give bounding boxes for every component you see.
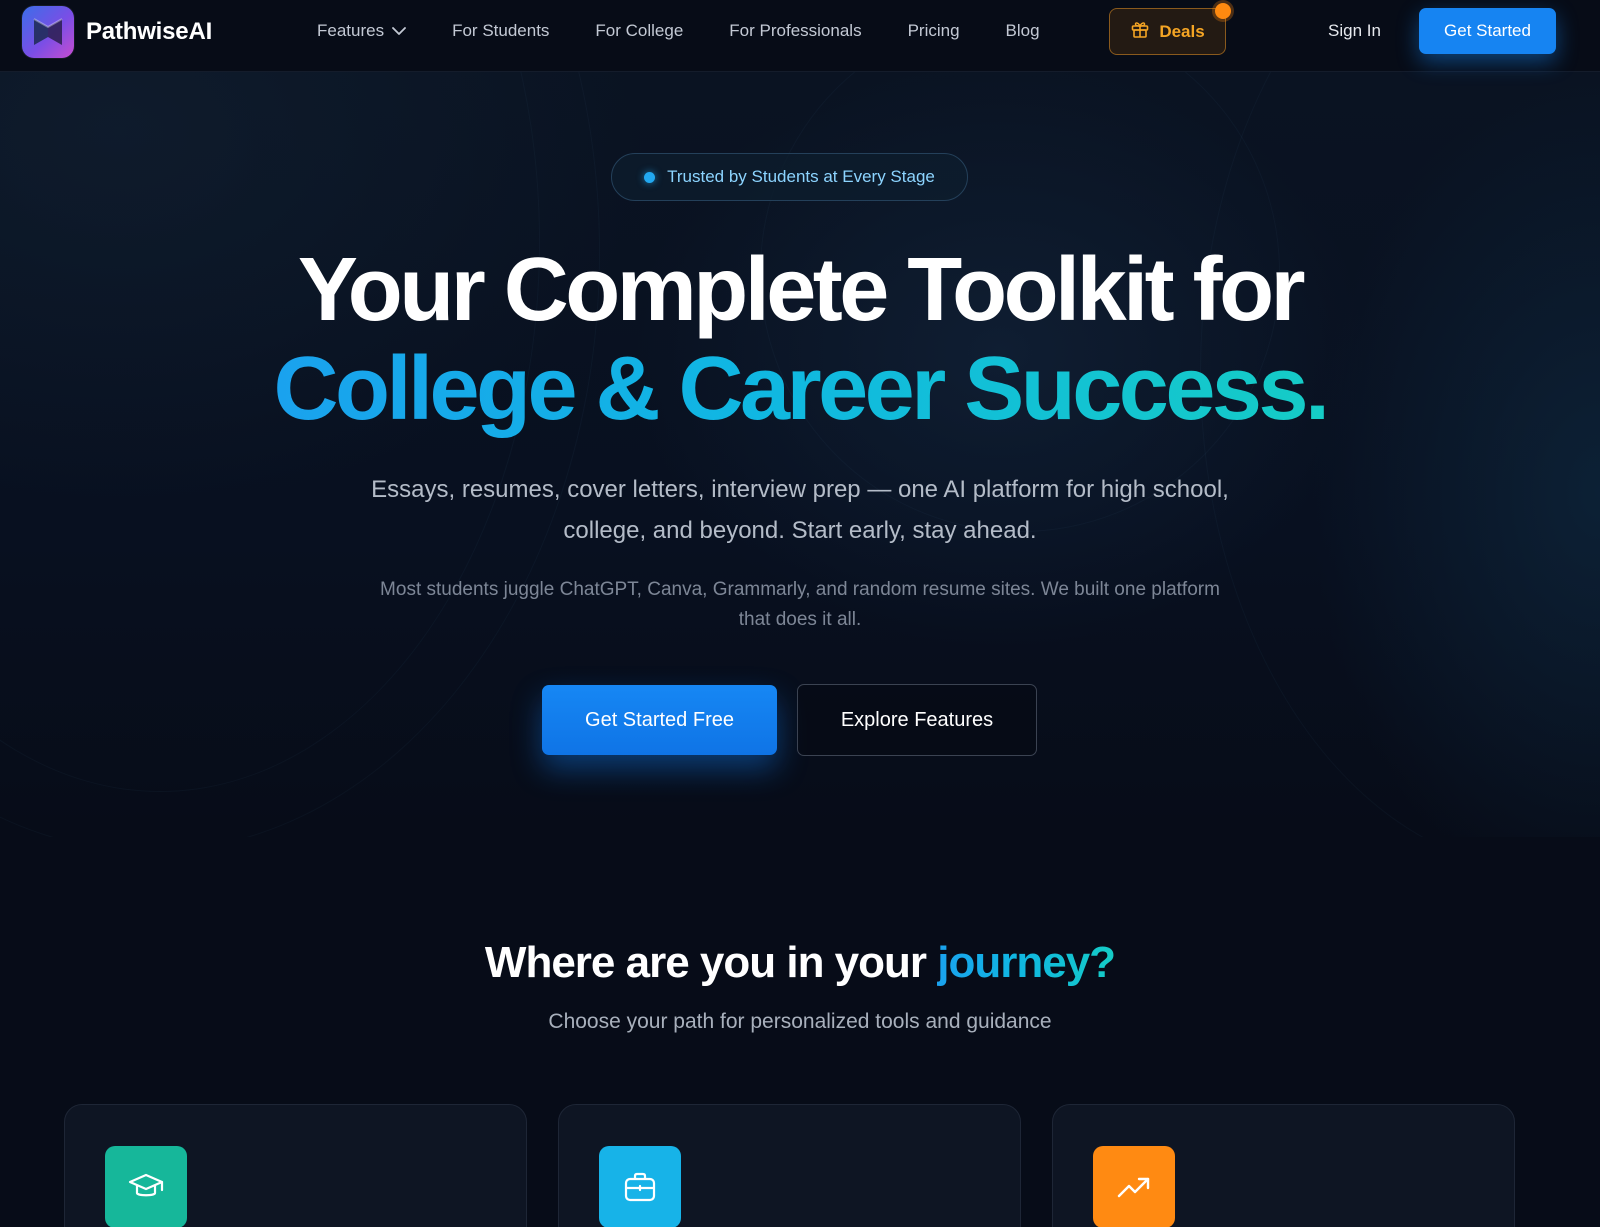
logo-icon	[22, 6, 74, 58]
sign-in-link[interactable]: Sign In	[1328, 21, 1381, 41]
badge-text: Trusted by Students at Every Stage	[667, 167, 935, 186]
brand-name: PathwiseAI	[86, 18, 213, 45]
journey-card-professionals[interactable]	[1052, 1104, 1515, 1227]
brand-logo[interactable]: PathwiseAI	[22, 6, 212, 58]
page: PathwiseAI Features For Students For Col…	[0, 0, 1600, 1227]
graduation-cap-icon	[105, 1146, 187, 1227]
deals-label: Deals	[1159, 21, 1205, 41]
nav-link-for-students[interactable]: For Students	[452, 21, 549, 41]
notification-dot	[1215, 3, 1231, 19]
nav-link-for-college[interactable]: For College	[595, 21, 683, 41]
nav-link-label: Features	[317, 21, 385, 40]
nav-link-label: For Professionals	[729, 21, 862, 40]
journey-card-college[interactable]	[558, 1104, 1021, 1227]
journey-card-students[interactable]	[64, 1104, 527, 1227]
journey-title: Where are you in your journey?	[0, 938, 1600, 988]
explore-features-button[interactable]: Explore Features	[797, 684, 1037, 756]
deals-button[interactable]: Deals	[1109, 3, 1231, 55]
get-started-button[interactable]: Get Started	[1419, 8, 1556, 54]
trending-up-icon	[1093, 1146, 1175, 1227]
nav-links: Features For Students For College For Pr…	[317, 21, 1040, 41]
chevron-down-icon	[392, 21, 406, 41]
hero-subtext: Most students juggle ChatGPT, Canva, Gra…	[380, 579, 1220, 630]
gift-icon	[1130, 19, 1150, 44]
nav-link-features[interactable]: Features	[317, 21, 406, 41]
trust-badge: Trusted by Students at Every Stage	[611, 153, 968, 201]
journey-subtitle: Choose your path for personalized tools …	[548, 1010, 1052, 1033]
nav-link-for-professionals[interactable]: For Professionals	[729, 21, 861, 41]
get-started-free-button[interactable]: Get Started Free	[542, 685, 777, 755]
nav-link-label: For Students	[452, 21, 550, 40]
badge-dot-icon	[644, 171, 656, 183]
journey-title-highlight: journey?	[937, 938, 1116, 987]
hero-section: Trusted by Students at Every Stage Your …	[0, 72, 1600, 837]
hero-subtitle: Essays, resumes, cover letters, intervie…	[371, 476, 1229, 544]
top-navigation: PathwiseAI Features For Students For Col…	[0, 0, 1600, 72]
journey-title-prefix: Where are you in your	[484, 938, 938, 987]
briefcase-icon	[599, 1146, 681, 1227]
hero-headline-line2: College & Career Success.	[0, 339, 1600, 439]
hero-headline-line1: Your Complete Toolkit for	[297, 240, 1306, 340]
nav-link-label: Pricing	[907, 21, 960, 40]
nav-link-label: For College	[595, 21, 684, 40]
nav-link-pricing[interactable]: Pricing	[908, 21, 960, 41]
nav-link-label: Blog	[1005, 21, 1040, 40]
hero-headline-highlight: College & Career Success.	[273, 339, 1330, 439]
nav-link-blog[interactable]: Blog	[1006, 21, 1040, 41]
